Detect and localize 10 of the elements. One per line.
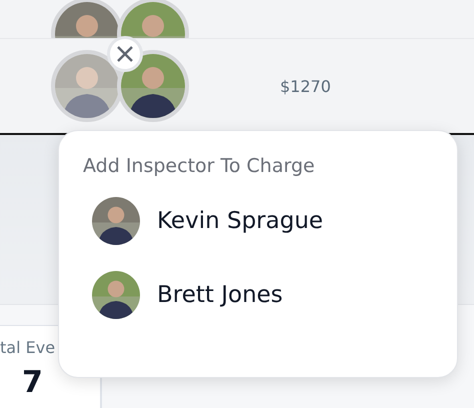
close-button[interactable]	[107, 36, 143, 72]
inspector-option[interactable]: Kevin Sprague	[92, 197, 324, 245]
avatar-icon	[92, 271, 140, 319]
inspector-option[interactable]: Brett Jones	[92, 271, 283, 319]
stat-label: tal Eve	[0, 338, 56, 357]
close-icon	[116, 45, 134, 63]
menu-title: Add Inspector To Charge	[83, 155, 316, 177]
charge-amount: $1270	[280, 76, 331, 96]
stat-value: 7	[22, 365, 43, 400]
avatar-icon	[92, 197, 140, 245]
